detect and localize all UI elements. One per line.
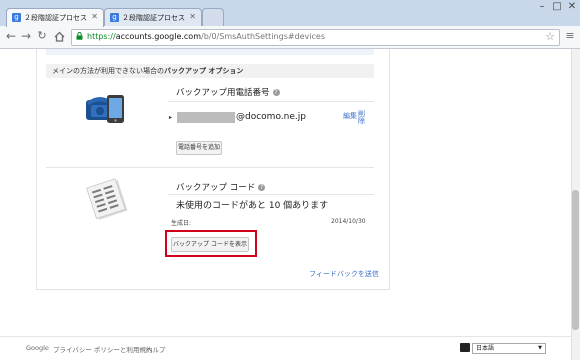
lock-icon [76,32,83,40]
phone-illustration-icon [86,95,124,123]
phone-email-address: @docomo.ne.jp [236,112,306,122]
help-icon[interactable]: ? [272,89,280,96]
reload-icon[interactable]: ↻ [35,28,49,44]
close-window-icon[interactable]: ✕ [565,0,579,14]
backup-codes-illustration-icon [86,178,128,220]
url-host: accounts.google.com [115,32,201,41]
footer-separator: – [137,344,141,352]
url-scheme: https:// [87,32,116,41]
tab-title: ２段階認証プロセス [24,14,87,22]
redacted-email [177,112,235,123]
created-label: 生成日: [171,220,192,227]
help-icon[interactable]: ? [258,184,266,191]
backup-phone-title-text: バックアップ用電話番号 [176,88,270,98]
backup-options-header: メインの方法が利用できない場合のバックアップ オプション [46,64,374,78]
backup-codes-title: バックアップ コード? [176,181,266,193]
edit-link[interactable]: 編集 [343,111,357,121]
divider [168,101,374,102]
address-bar[interactable]: https://accounts.google.com/b/0/SmsAuthS… [71,29,560,46]
tab-close-icon[interactable]: ✕ [189,12,196,21]
language-value: 日本語 [476,345,495,352]
tab-active[interactable]: g ２段階認証プロセス ✕ [6,8,104,27]
backup-phone-title: バックアップ用電話番号? [176,86,280,98]
tab-second[interactable]: g ２段階認証プロセス ✕ [104,8,202,27]
keyboard-icon[interactable] [460,343,470,352]
divider [168,194,374,195]
google-favicon-icon: g [12,13,21,22]
show-backup-codes-button[interactable]: バックアップ コードを表示 [171,237,249,252]
remaining-codes-text: 未使用のコードがあと 10 個あります [176,201,329,211]
add-phone-button[interactable]: 電話番号を追加 [176,141,222,155]
url-path: /b/0/SmsAuthSettings#devices [201,32,326,41]
maximize-icon[interactable]: □ [550,0,564,14]
delete-link[interactable]: 削除 [358,111,366,125]
footer-link-help[interactable]: ヘルプ [146,344,166,354]
home-icon[interactable] [52,28,66,44]
chevron-down-icon: ▼ [538,345,542,351]
menu-icon[interactable]: ≡ [563,28,577,44]
google-favicon-icon: g [110,13,119,22]
footer-separator: – [46,344,50,352]
bookmark-star-icon[interactable]: ☆ [545,30,555,43]
top-info-banner [46,49,374,55]
tab-title: ２段階認証プロセス [122,14,185,22]
language-select[interactable]: 日本語 ▼ [472,343,546,354]
tab-close-icon[interactable]: ✕ [91,12,98,21]
section-divider [46,167,374,168]
created-date: 2014/10/30 [331,218,366,225]
expand-arrow-icon[interactable]: ▸ [169,114,172,121]
minimize-icon[interactable]: – [535,0,549,14]
back-arrow-icon[interactable]: ← [4,28,18,44]
url-text: https://accounts.google.com/b/0/SmsAuthS… [87,32,325,41]
scrollbar-thumb[interactable] [572,190,579,330]
feedback-link[interactable]: フィードバックを送信 [309,269,379,279]
header-prefix: メインの方法が利用できない場合の [52,67,164,75]
new-tab-button[interactable] [202,8,224,27]
header-bold: バックアップ オプション [164,67,244,75]
forward-arrow-icon[interactable]: → [19,28,33,44]
backup-codes-title-text: バックアップ コード [176,183,256,193]
